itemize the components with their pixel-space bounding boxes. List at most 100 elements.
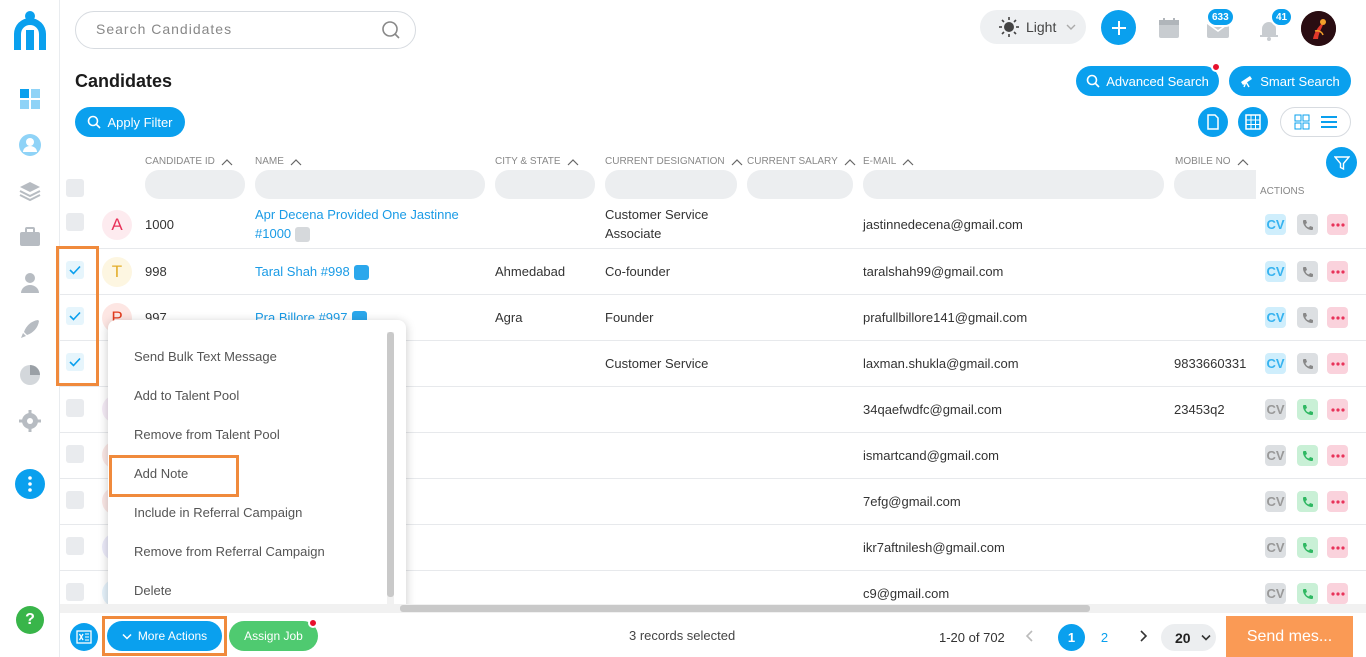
menu-item-remove-talent-pool[interactable]: Remove from Talent Pool [134,427,280,442]
grid-view-icon[interactable] [1294,114,1310,130]
chevron-right-icon[interactable] [1137,629,1149,643]
col-city-state[interactable]: CITY & STATE [495,156,579,167]
col-candidate-id[interactable]: CANDIDATE ID [145,156,233,167]
table-row[interactable]: T 998 Taral Shah #998 Ahmedabad Co-found… [60,249,1366,295]
assign-job-button[interactable]: Assign Job [229,621,318,651]
briefcase-icon[interactable] [17,224,43,250]
phone-button[interactable] [1297,445,1318,466]
phone-button[interactable] [1297,399,1318,420]
row-more-button[interactable] [1327,399,1348,420]
reports-pie-icon[interactable] [17,362,43,388]
apply-filter-button[interactable]: Apply Filter [75,107,185,137]
phone-button[interactable] [1297,537,1318,558]
row-checkbox[interactable] [66,583,84,601]
export-document-button[interactable] [1198,107,1228,137]
rocket-icon[interactable] [17,316,43,342]
theme-toggle[interactable]: Light [980,10,1086,44]
resume-doc-icon[interactable] [353,265,369,281]
page-button-2[interactable]: 2 [1091,624,1118,651]
menu-item-add-talent-pool[interactable]: Add to Talent Pool [134,388,239,403]
col-mobile[interactable]: MOBILE NO [1175,156,1249,167]
cv-button[interactable]: CV [1265,537,1286,558]
more-dots-icon [1330,591,1345,596]
col-name[interactable]: NAME [255,156,302,167]
cv-button[interactable]: CV [1265,214,1286,235]
more-menu-dots-icon[interactable] [15,469,45,499]
menu-item-include-referral[interactable]: Include in Referral Campaign [134,505,302,520]
phone-button[interactable] [1297,353,1318,374]
apply-filter-label: Apply Filter [107,114,173,130]
search-input[interactable] [96,21,376,37]
app-logo[interactable] [10,10,50,56]
row-checkbox[interactable] [66,213,84,231]
row-more-button[interactable] [1327,261,1348,282]
table-row[interactable]: A 1000 Apr Decena Provided One Jastinne #… [60,203,1366,249]
row-more-button[interactable] [1327,583,1348,604]
row-more-button[interactable] [1327,491,1348,512]
phone-icon [1302,404,1313,415]
filter-designation[interactable] [605,170,737,199]
cv-button[interactable]: CV [1265,491,1286,512]
dashboard-icon[interactable] [17,86,43,112]
excel-export-button[interactable] [70,623,98,651]
filter-mobile[interactable] [1174,170,1256,199]
list-view-icon[interactable] [1320,115,1337,129]
filter-email[interactable] [863,170,1164,199]
chevron-left-icon[interactable] [1024,629,1036,643]
page-button-current[interactable]: 1 [1058,624,1085,651]
layers-icon[interactable] [17,178,43,204]
col-salary[interactable]: CURRENT SALARY [747,156,856,167]
candidate-name[interactable]: Taral Shah #998 [255,262,369,281]
cv-button[interactable]: CV [1265,307,1286,328]
candidates-icon[interactable] [17,132,43,158]
menu-item-delete[interactable]: Delete [134,583,172,598]
interviewer-icon[interactable] [17,270,43,296]
cv-button[interactable]: CV [1265,399,1286,420]
calendar-icon[interactable] [1157,16,1181,40]
cv-button[interactable]: CV [1265,445,1286,466]
candidate-name[interactable]: Apr Decena Provided One Jastinne #1000 [255,205,459,243]
row-more-button[interactable] [1327,214,1348,235]
select-all-checkbox[interactable] [66,179,84,197]
phone-button[interactable] [1297,491,1318,512]
resume-doc-icon[interactable] [295,227,311,243]
row-more-button[interactable] [1327,353,1348,374]
filter-name[interactable] [255,170,485,199]
search-icon[interactable] [381,20,401,40]
add-new-button[interactable] [1101,10,1136,45]
cv-button[interactable]: CV [1265,353,1286,374]
table-horizontal-scrollbar[interactable] [60,604,1366,613]
row-checkbox[interactable] [66,399,84,417]
filter-salary[interactable] [747,170,853,199]
row-more-button[interactable] [1327,307,1348,328]
phone-button[interactable] [1297,307,1318,328]
help-icon[interactable]: ? [16,606,44,634]
row-more-button[interactable] [1327,445,1348,466]
filter-city-state[interactable] [495,170,595,199]
scrollbar-thumb[interactable] [400,605,1090,612]
settings-gear-icon[interactable] [17,408,43,434]
send-message-button[interactable]: Send mes... [1226,616,1353,657]
row-checkbox[interactable] [66,445,84,463]
filter-funnel-button[interactable] [1326,147,1357,178]
cv-button[interactable]: CV [1265,261,1286,282]
advanced-search-button[interactable]: Advanced Search [1076,66,1219,96]
grid-table-button[interactable] [1238,107,1268,137]
per-page-select[interactable]: 20 [1161,624,1216,651]
menu-item-send-bulk-text[interactable]: Send Bulk Text Message [134,349,277,364]
menu-scrollbar-thumb[interactable] [387,332,394,597]
col-email[interactable]: E-MAIL [863,156,914,167]
menu-scrollbar[interactable] [387,332,394,610]
phone-button[interactable] [1297,214,1318,235]
phone-button[interactable] [1297,261,1318,282]
cv-button[interactable]: CV [1265,583,1286,604]
row-checkbox[interactable] [66,537,84,555]
filter-candidate-id[interactable] [145,170,245,199]
phone-button[interactable] [1297,583,1318,604]
user-avatar[interactable] [1301,11,1336,46]
smart-search-button[interactable]: Smart Search [1229,66,1351,96]
menu-item-remove-referral[interactable]: Remove from Referral Campaign [134,544,325,559]
row-more-button[interactable] [1327,537,1348,558]
row-checkbox[interactable] [66,491,84,509]
col-designation[interactable]: CURRENT DESIGNATION [605,156,743,167]
